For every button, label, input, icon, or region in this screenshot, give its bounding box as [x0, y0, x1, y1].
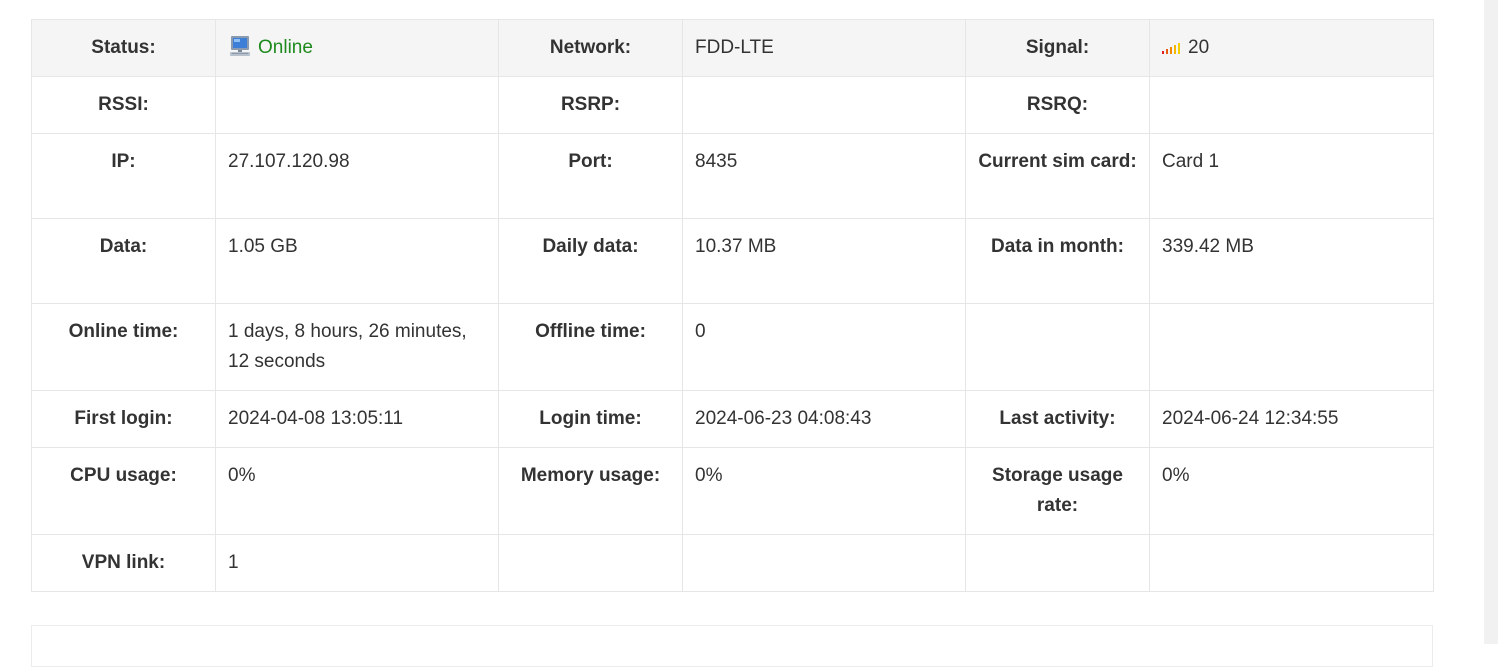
signal-cell: 20 [1149, 19, 1434, 77]
cpu-usage-value: 0% [215, 447, 499, 535]
month-data-value: 339.42 MB [1149, 218, 1434, 304]
port-label: Port: [498, 133, 683, 219]
rsrq-label: RSRQ: [965, 76, 1150, 134]
storage-usage-label: Storage usage rate: [965, 447, 1150, 535]
data-value: 1.05 GB [215, 218, 499, 304]
device-info-table: Status: Online Network: FDD-LTE Signal: [31, 19, 1434, 592]
sim-card-label: Current sim card: [965, 133, 1150, 219]
rsrq-value [1149, 76, 1434, 134]
vpn-link-label: VPN link: [31, 534, 216, 592]
table-row: CPU usage: 0% Memory usage: 0% Storage u… [31, 447, 1434, 535]
login-time-label: Login time: [498, 390, 683, 448]
signal-value: 20 [1188, 37, 1210, 58]
cpu-usage-label: CPU usage: [31, 447, 216, 535]
daily-data-value: 10.37 MB [682, 218, 966, 304]
online-time-label: Online time: [31, 303, 216, 391]
vpn-link-value: 1 [215, 534, 499, 592]
signal-bars-icon [1162, 34, 1180, 54]
table-row: VPN link: 1 [31, 534, 1434, 592]
offline-time-value: 0 [682, 303, 966, 391]
empty-cell [1149, 303, 1434, 391]
rsrp-label: RSRP: [498, 76, 683, 134]
daily-data-label: Daily data: [498, 218, 683, 304]
table-row: First login: 2024-04-08 13:05:11 Login t… [31, 390, 1434, 448]
table-row: Status: Online Network: FDD-LTE Signal: [31, 19, 1434, 77]
status-cell: Online [215, 19, 499, 77]
network-value: FDD-LTE [682, 19, 966, 77]
empty-cell [1149, 534, 1434, 592]
signal-label: Signal: [965, 19, 1150, 77]
last-activity-label: Last activity: [965, 390, 1150, 448]
status-label: Status: [31, 19, 216, 77]
first-login-value: 2024-04-08 13:05:11 [215, 390, 499, 448]
port-value: 8435 [682, 133, 966, 219]
memory-usage-label: Memory usage: [498, 447, 683, 535]
computer-icon [228, 34, 252, 58]
empty-cell [682, 534, 966, 592]
scrollbar-track[interactable] [1484, 0, 1498, 644]
table-row: Data: 1.05 GB Daily data: 10.37 MB Data … [31, 218, 1434, 304]
empty-cell [965, 534, 1150, 592]
empty-cell [965, 303, 1150, 391]
month-data-label: Data in month: [965, 218, 1150, 304]
ip-value: 27.107.120.98 [215, 133, 499, 219]
login-time-value: 2024-06-23 04:08:43 [682, 390, 966, 448]
table-row: RSSI: RSRP: RSRQ: [31, 76, 1434, 134]
first-login-label: First login: [31, 390, 216, 448]
last-activity-value: 2024-06-24 12:34:55 [1149, 390, 1434, 448]
ip-label: IP: [31, 133, 216, 219]
storage-usage-value: 0% [1149, 447, 1434, 535]
table-row: Online time: 1 days, 8 hours, 26 minutes… [31, 303, 1434, 391]
rssi-label: RSSI: [31, 76, 216, 134]
offline-time-label: Offline time: [498, 303, 683, 391]
table-row: IP: 27.107.120.98 Port: 8435 Current sim… [31, 133, 1434, 219]
memory-usage-value: 0% [682, 447, 966, 535]
online-time-value: 1 days, 8 hours, 26 minutes, 12 seconds [215, 303, 499, 391]
sim-card-value: Card 1 [1149, 133, 1434, 219]
rsrp-value [682, 76, 966, 134]
status-value: Online [258, 37, 313, 58]
empty-cell [498, 534, 683, 592]
network-label: Network: [498, 19, 683, 77]
data-label: Data: [31, 218, 216, 304]
next-panel [31, 625, 1433, 667]
rssi-value [215, 76, 499, 134]
